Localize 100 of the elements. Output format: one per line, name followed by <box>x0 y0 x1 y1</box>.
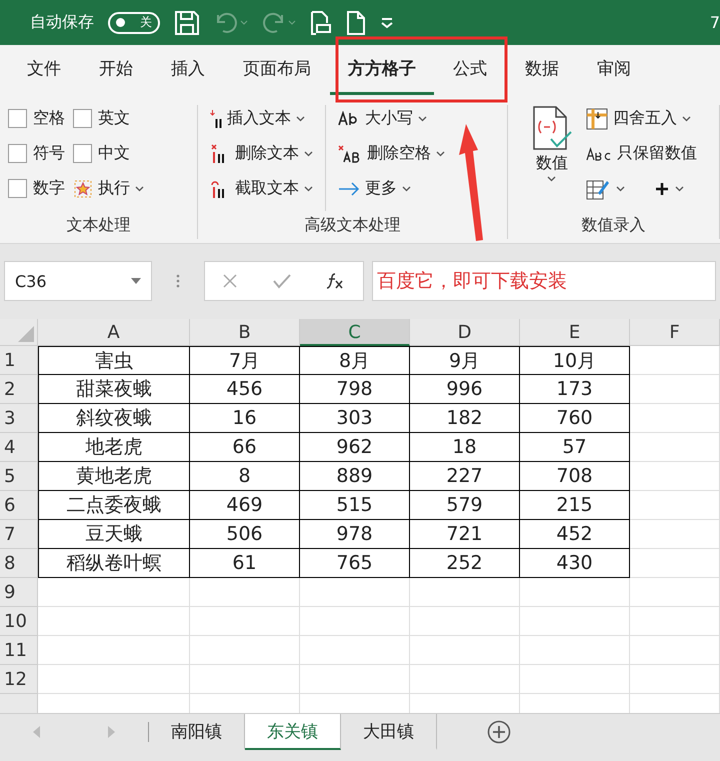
next-sheet-icon[interactable] <box>107 726 115 738</box>
select-all-corner[interactable] <box>0 319 38 346</box>
number-button[interactable]: 数值 <box>528 105 576 211</box>
add-sheet-icon[interactable] <box>487 720 511 744</box>
table-cell: 黄地老虎 <box>38 462 190 491</box>
checkbox-option[interactable]: 数字 <box>8 175 65 202</box>
customize-icon[interactable] <box>380 16 394 28</box>
chevron-icon <box>304 150 314 156</box>
ribbon-tab[interactable]: 公式 <box>434 45 506 95</box>
save-icon[interactable] <box>174 10 200 36</box>
title-text: 7 <box>710 13 720 32</box>
chevron-icon <box>402 186 412 192</box>
document-check-icon <box>530 105 573 151</box>
select-all-icon[interactable] <box>18 326 34 342</box>
row-header[interactable]: 11 <box>0 636 38 665</box>
row-header[interactable]: 2 <box>0 375 38 404</box>
table-cell: 8月 <box>300 346 410 375</box>
ribbon-tab[interactable]: 插入 <box>152 45 224 95</box>
table-cell: 9月 <box>410 346 520 375</box>
ribbon-button[interactable]: 四舍五入 <box>586 105 697 132</box>
ribbon-tab[interactable]: 数据 <box>506 45 578 95</box>
group-label: 文本处理 <box>66 214 132 236</box>
column-header[interactable]: C <box>300 319 410 346</box>
column-header[interactable]: F <box>630 319 720 346</box>
table-cell: 66 <box>190 433 300 462</box>
row-header[interactable]: 8 <box>0 549 38 578</box>
table-cell: 稻纵卷叶螟 <box>38 549 190 578</box>
run-button[interactable]: 执行 <box>73 175 144 202</box>
chevron-icon <box>296 116 306 122</box>
previous-sheet-icon[interactable] <box>33 726 41 738</box>
chevron-icon <box>682 116 691 122</box>
table-cell: 61 <box>190 549 300 578</box>
table-cell: 215 <box>520 491 630 520</box>
checkbox-option[interactable]: 空格 <box>8 105 65 132</box>
table-cell: 227 <box>410 462 520 491</box>
ribbon-tab[interactable]: 文件 <box>8 45 80 95</box>
abc-icon <box>586 146 612 160</box>
table-cell: 害虫 <box>38 346 190 375</box>
table-cell: 515 <box>300 491 410 520</box>
table-cell: 10月 <box>520 346 630 375</box>
ribbon-button[interactable]: 更多 <box>338 175 446 202</box>
ribbon-button[interactable]: 删除文本 <box>210 140 314 167</box>
ribbon-tab[interactable]: 页面布局 <box>224 45 330 95</box>
table-cell: 760 <box>520 404 630 433</box>
autosave-label: 自动保存 <box>30 12 94 33</box>
ribbon-tab[interactable]: 审阅 <box>578 45 650 95</box>
table-cell: 252 <box>410 549 520 578</box>
row-header[interactable]: 5 <box>0 462 38 491</box>
column-header[interactable]: E <box>520 319 630 346</box>
table-cell: 8 <box>190 462 300 491</box>
table-cell: 506 <box>190 520 300 549</box>
table-cell: 889 <box>300 462 410 491</box>
table-cell: 甜菜夜蛾 <box>38 375 190 404</box>
table-cell: 798 <box>300 375 410 404</box>
autosave-toggle[interactable]: 关 <box>108 12 160 34</box>
table-cell: 962 <box>300 433 410 462</box>
row-header[interactable]: 6 <box>0 491 38 520</box>
ribbon-button[interactable]: 插入文本 <box>210 105 314 132</box>
column-header[interactable]: A <box>38 319 190 346</box>
table-cell: 996 <box>410 375 520 404</box>
plus-icon[interactable] <box>654 182 669 196</box>
new-document-icon[interactable] <box>346 10 366 36</box>
dropdown-icon <box>131 278 141 284</box>
checkbox-option[interactable]: 符号 <box>8 140 65 167</box>
group-label: 高级文本处理 <box>304 214 402 236</box>
row-header[interactable]: 12 <box>0 665 38 694</box>
undo-icon[interactable] <box>214 12 248 34</box>
table-cell: 430 <box>520 549 630 578</box>
ribbon-button[interactable]: 大小写 <box>338 105 446 132</box>
row-header[interactable]: 7 <box>0 520 38 549</box>
group-label: 数值录入 <box>580 214 646 236</box>
checkbox-option[interactable]: 中文 <box>73 140 144 167</box>
table-cell: 579 <box>410 491 520 520</box>
row-header[interactable]: 4 <box>0 433 38 462</box>
checkbox-option[interactable]: 英文 <box>73 105 144 132</box>
check-icon[interactable] <box>272 273 291 289</box>
arrow-right-icon <box>338 182 360 196</box>
row-header[interactable]: 10 <box>0 607 38 636</box>
print-preview-icon[interactable] <box>310 10 332 36</box>
ribbon-tab[interactable]: 开始 <box>80 45 152 95</box>
column-header[interactable]: D <box>410 319 520 346</box>
chevron-icon <box>436 150 446 156</box>
redo-icon[interactable] <box>262 12 296 34</box>
sheet-tab[interactable]: 东关镇 <box>245 714 341 750</box>
table-cell: 708 <box>520 462 630 491</box>
ribbon-button[interactable]: 只保留数值 <box>586 140 697 167</box>
table-cell: 173 <box>520 375 630 404</box>
table-cell: 182 <box>410 404 520 433</box>
formula-field[interactable]: 百度它，即可下载安装 <box>372 261 716 301</box>
cancel-icon[interactable] <box>222 273 238 289</box>
row-header[interactable]: 1 <box>0 346 38 375</box>
chevron-icon <box>135 186 144 192</box>
ribbon-button[interactable]: 截取文本 <box>210 175 314 202</box>
name-box[interactable]: C36 <box>4 261 152 301</box>
table-round-icon <box>586 108 608 130</box>
ribbon-button[interactable]: 删除空格 <box>338 140 446 167</box>
row-header[interactable]: 9 <box>0 578 38 607</box>
row-header[interactable]: 3 <box>0 404 38 433</box>
column-header[interactable]: B <box>190 319 300 346</box>
sheet-tab[interactable]: 大田镇 <box>341 714 437 750</box>
